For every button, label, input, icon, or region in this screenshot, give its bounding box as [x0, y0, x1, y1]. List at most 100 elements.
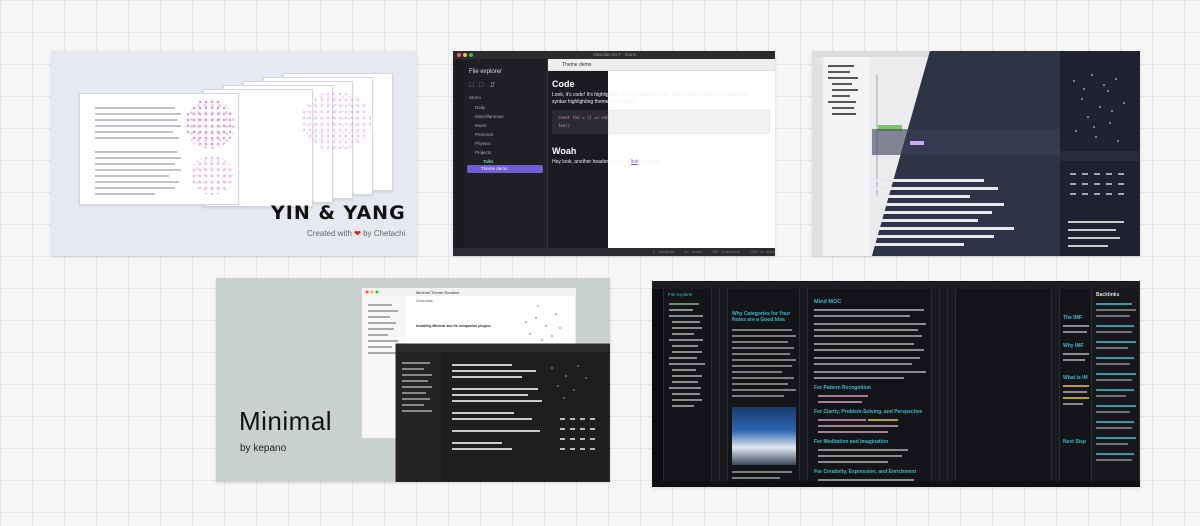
minimize-window-icon[interactable]: [463, 53, 467, 57]
file-explorer-sidebar: File explorer □□⇵ Storm Daily Miscellane…: [453, 59, 548, 248]
tree-item[interactable]: [672, 405, 694, 407]
tree-item[interactable]: [672, 393, 700, 395]
backlink-item[interactable]: [1096, 421, 1134, 423]
collapsed-pane[interactable]: [712, 289, 720, 481]
collapsed-pane[interactable]: [932, 289, 940, 481]
backlink-item[interactable]: [1096, 443, 1128, 445]
backlink-item[interactable]: [1096, 453, 1134, 455]
collapsed-pane[interactable]: [948, 289, 956, 481]
code-line: foo(): [558, 123, 571, 128]
backlink-item[interactable]: [1096, 303, 1132, 305]
tree-item[interactable]: [669, 387, 701, 389]
backlink-item[interactable]: [1096, 459, 1132, 461]
list-item[interactable]: [818, 425, 898, 427]
text-line: [95, 119, 177, 121]
backlink-item[interactable]: [1096, 395, 1126, 397]
tree-item[interactable]: [672, 399, 702, 401]
tree-item[interactable]: [672, 351, 702, 353]
backlink-item[interactable]: [1096, 373, 1136, 375]
text-line: [95, 113, 181, 115]
tree-item[interactable]: [669, 339, 703, 341]
tree-item[interactable]: [672, 375, 702, 377]
paragraph-woah: Hey look, another header! This is a link…: [552, 159, 762, 166]
theme-demo-card[interactable]: Obsidian v0.7 - Storm File explorer □□⇵ …: [453, 51, 775, 256]
section-meditation: For Meditation and Imagination: [814, 439, 889, 445]
section-pattern-recognition: For Pattern Recognition: [814, 385, 871, 391]
backlink-item[interactable]: [1096, 325, 1134, 327]
text-line: [1063, 391, 1087, 393]
sidebar-item-daily[interactable]: Daily: [475, 105, 485, 110]
sidebar-item-storm[interactable]: Storm: [469, 95, 481, 100]
tree-item[interactable]: [672, 345, 698, 347]
text-line: [1063, 397, 1089, 399]
backlink-item[interactable]: [1096, 341, 1136, 343]
backlink-item[interactable]: [1096, 427, 1132, 429]
list-item[interactable]: [818, 431, 888, 433]
list-item[interactable]: [818, 455, 902, 457]
backlink-item[interactable]: [1096, 309, 1136, 311]
tree-item[interactable]: [669, 357, 697, 359]
list-item[interactable]: [818, 401, 862, 403]
link[interactable]: link: [631, 159, 639, 165]
yin-yang-theme-card[interactable]: YIN & YANG Created with ❤ by Chetachi: [51, 51, 417, 256]
tree-item[interactable]: [672, 369, 696, 371]
tree-item[interactable]: [669, 303, 699, 305]
sidebar-item-personal[interactable]: Personal: [475, 132, 493, 137]
text-line: [732, 335, 796, 337]
text-line: [95, 151, 177, 153]
collapsed-pane[interactable]: [940, 289, 948, 481]
text-line: [95, 137, 179, 139]
backlink-item[interactable]: [1096, 363, 1130, 365]
sidebar-item-physics[interactable]: Physics: [475, 141, 491, 146]
list-item[interactable]: [818, 419, 866, 421]
collapsed-pane[interactable]: [800, 289, 808, 481]
sidebar-item-music[interactable]: Music: [475, 123, 487, 128]
backlink-item[interactable]: [1096, 331, 1132, 333]
file-explorer-pane: File explorer: [664, 289, 712, 481]
text-line: [732, 471, 792, 473]
sidebar-item-talks[interactable]: Talks: [483, 159, 493, 164]
sidebar-item-selected[interactable]: Theme demo: [467, 165, 543, 173]
text: Hey look, another header! This is a: [552, 159, 630, 165]
sidebar-toolbar-icons[interactable]: □□⇵: [469, 81, 501, 89]
moc-note-pane: Mind MOC For Pattern Recognition For Cla…: [808, 289, 932, 481]
text-line: [732, 341, 788, 343]
tree-item[interactable]: [672, 333, 694, 335]
backlink-item[interactable]: [1096, 357, 1134, 359]
tree-item[interactable]: [672, 327, 702, 329]
tree-item[interactable]: [669, 315, 703, 317]
split-theme-card[interactable]: [812, 51, 1140, 256]
backlink-item[interactable]: [1096, 411, 1130, 413]
editor-pane: [548, 59, 775, 248]
collapsed-pane[interactable]: [720, 289, 728, 481]
list-item[interactable]: [818, 479, 914, 481]
close-window-icon[interactable]: [457, 53, 461, 57]
text-line: [732, 395, 784, 397]
backlink-item[interactable]: [1096, 347, 1128, 349]
backlink-item[interactable]: [1096, 437, 1136, 439]
tree-item[interactable]: [669, 309, 693, 311]
paragraph-code: Look, it's code! It's highlighted! This …: [552, 92, 748, 105]
list-item[interactable]: [818, 461, 888, 463]
maximize-window-icon[interactable]: [469, 53, 473, 57]
sidebar-item-misc[interactable]: Miscellaneous: [475, 114, 504, 119]
credit-prefix: Created with: [307, 229, 352, 238]
window-titlebar: [652, 281, 1140, 289]
backlink-item[interactable]: [1096, 389, 1134, 391]
sidebar-item-projects[interactable]: Projects: [475, 150, 491, 155]
heading-next-step: Next Step: [1063, 439, 1087, 445]
doc-title: Minimal Theme Readme: [416, 290, 460, 295]
minimal-theme-card[interactable]: Minimal Theme Readme Overview Installing…: [216, 278, 610, 482]
list-item[interactable]: [818, 395, 868, 397]
tree-item[interactable]: [672, 321, 700, 323]
tab-theme-demo[interactable]: Theme demo: [548, 59, 775, 71]
collapsed-pane[interactable]: [1052, 289, 1060, 481]
tree-item[interactable]: [669, 363, 705, 365]
backlink-item[interactable]: [1096, 379, 1132, 381]
backlink-item[interactable]: [1096, 315, 1130, 317]
tree-item[interactable]: [672, 381, 698, 383]
list-item[interactable]: [818, 449, 908, 451]
moc-theme-card[interactable]: File explorer Why Categories for Your No…: [652, 281, 1140, 487]
backlink-item[interactable]: [1096, 405, 1136, 407]
text-line: [814, 309, 924, 311]
